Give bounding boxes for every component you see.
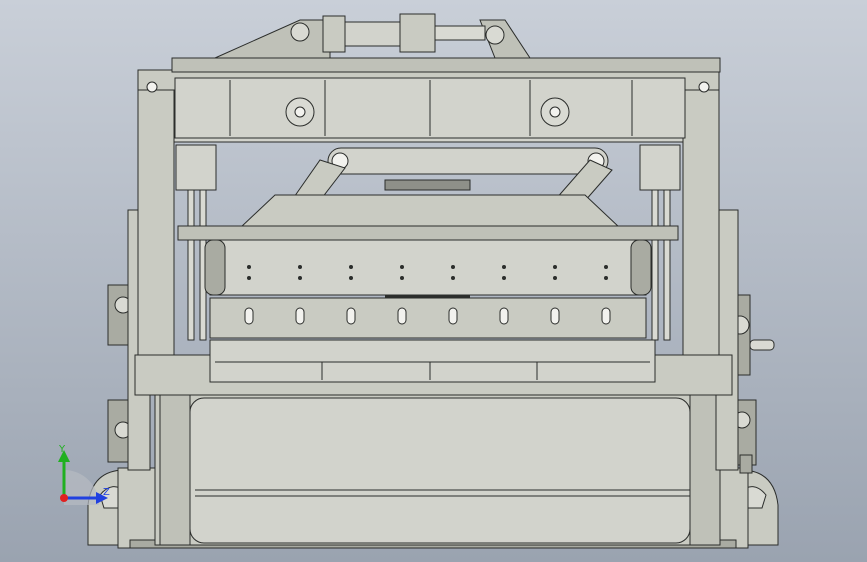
- right-bolt-stack: [739, 454, 753, 474]
- center-chain: [384, 179, 471, 191]
- slot-1: [244, 307, 254, 325]
- right-guide-rod-1: [651, 189, 659, 341]
- top-beam: [171, 57, 721, 139]
- hole-7b: [553, 276, 557, 280]
- mid-crossbeam: [134, 339, 733, 396]
- machine-front-view: Y Z: [0, 0, 867, 562]
- slot-7: [550, 307, 560, 325]
- cylinder-end-cap: [322, 15, 346, 53]
- cylinder-rod: [434, 25, 486, 41]
- hole-3a: [349, 265, 353, 269]
- cylinder-left-pin: [290, 22, 310, 42]
- left-pivot-hole: [294, 106, 306, 118]
- cylinder-head: [399, 13, 436, 53]
- cad-viewport[interactable]: Y Z: [0, 0, 867, 562]
- handwheel-handle: [749, 339, 775, 351]
- triad-x-origin: [60, 494, 68, 502]
- lower-roller-housing: [154, 394, 721, 546]
- hole-8b: [604, 276, 608, 280]
- slot-3: [346, 307, 356, 325]
- hole-4a: [400, 265, 404, 269]
- hole-6b: [502, 276, 506, 280]
- link-bar: [327, 147, 609, 175]
- hole-2a: [298, 265, 302, 269]
- carriage-left-endcap: [204, 239, 226, 296]
- left-guide-rod-1: [187, 189, 195, 341]
- top-beam-rail: [171, 57, 721, 73]
- left-lower-post: [159, 394, 191, 546]
- carriage-right-endcap: [630, 239, 652, 296]
- slot-2: [295, 307, 305, 325]
- upper-slide-plate: [238, 194, 622, 229]
- left-guide-block: [175, 144, 217, 191]
- hole-5a: [451, 265, 455, 269]
- hole-4b: [400, 276, 404, 280]
- slot-8: [601, 307, 611, 325]
- cylinder-right-pin: [485, 25, 505, 45]
- right-guide-block: [639, 144, 681, 191]
- carriage-upper-plate: [209, 239, 647, 296]
- right-frame-post: [682, 69, 720, 356]
- hole-8a: [604, 265, 608, 269]
- slot-4: [397, 307, 407, 325]
- triad-y-label: Y: [58, 444, 66, 455]
- hole-2b: [298, 276, 302, 280]
- carriage-lower-plate: [209, 297, 647, 339]
- hole-3b: [349, 276, 353, 280]
- right-guide-rod-2: [663, 189, 671, 341]
- right-frame-hole: [698, 81, 710, 93]
- cylinder-barrel: [344, 21, 406, 47]
- triad-z-label: Z: [103, 487, 110, 498]
- hole-6a: [502, 265, 506, 269]
- slot-5: [448, 307, 458, 325]
- hole-1b: [247, 276, 251, 280]
- slot-6: [499, 307, 509, 325]
- left-frame-post: [137, 69, 175, 356]
- carriage-top-rail: [177, 225, 679, 241]
- right-pivot-hole: [549, 106, 561, 118]
- lower-roller: [189, 397, 691, 544]
- left-frame-hole: [146, 81, 158, 93]
- hole-7a: [553, 265, 557, 269]
- hole-5b: [451, 276, 455, 280]
- hole-1a: [247, 265, 251, 269]
- crossbeam-face: [209, 339, 656, 383]
